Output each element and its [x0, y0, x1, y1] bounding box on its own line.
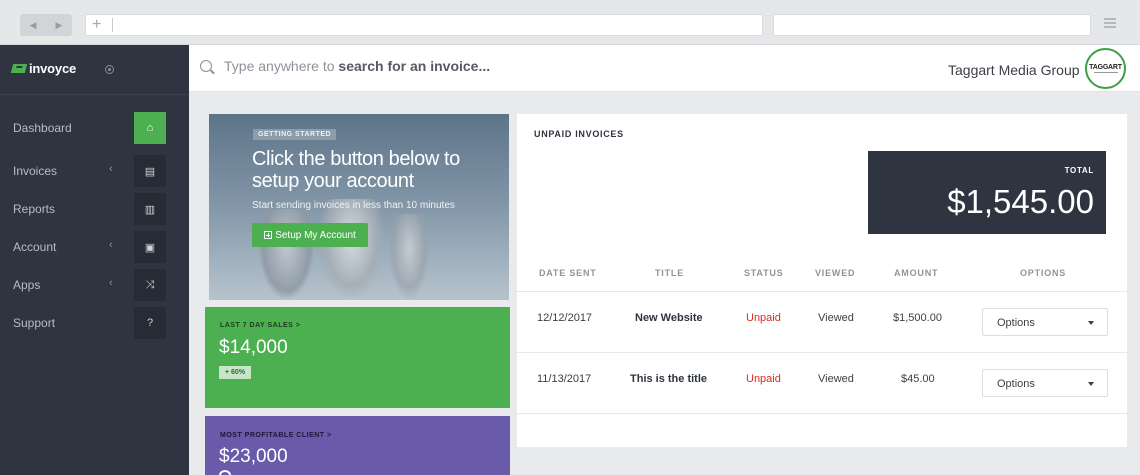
invoice-status: Unpaid [746, 373, 781, 385]
setup-account-label: Setup My Account [275, 229, 356, 241]
getting-started-card: GETTING STARTED Click the button below t… [209, 114, 509, 300]
invoice-title[interactable]: New Website [635, 312, 703, 324]
row-divider [517, 352, 1127, 353]
invoice-date: 12/12/2017 [537, 312, 593, 324]
document-icon[interactable]: ▤ [134, 155, 166, 187]
sidebar-item-label: Dashboard [13, 121, 72, 135]
sidebar-item-account[interactable]: Account ‹ ▣ [0, 231, 189, 263]
search-placeholder-prefix: Type anywhere to [224, 58, 339, 74]
column-header-status[interactable]: STATUS [744, 268, 783, 278]
setup-account-button[interactable]: Setup My Account [252, 223, 368, 247]
sidebar-item-support[interactable]: Support? [0, 307, 189, 339]
column-header-title[interactable]: TITLE [655, 268, 684, 278]
browser-chrome: ◀ ▶ + [0, 0, 1140, 45]
invoice-viewed: Viewed [818, 373, 854, 385]
options-label: Options [997, 317, 1035, 329]
back-icon[interactable]: ◀ [20, 14, 46, 36]
profit-avatar-partial [219, 470, 231, 475]
hero-subtext: Start sending invoices in less than 10 m… [252, 200, 455, 211]
getting-started-badge: GETTING STARTED [253, 129, 337, 140]
app-logo[interactable]: invoyce [10, 61, 77, 76]
address-bar[interactable]: + [85, 14, 763, 36]
total-value: $1,545.00 [947, 183, 1094, 220]
invoice-date: 11/13/2017 [537, 373, 592, 385]
total-label: TOTAL [1064, 166, 1094, 175]
question-icon[interactable]: ? [134, 307, 166, 339]
chevron-left-icon[interactable]: ‹ [109, 239, 113, 251]
unpaid-invoices-title: UNPAID INVOICES [534, 129, 624, 139]
browser-menu-icon[interactable] [1104, 18, 1116, 30]
chevron-left-icon[interactable]: ‹ [109, 277, 113, 289]
new-tab-icon[interactable]: + [92, 16, 101, 34]
invoice-amount: $1,500.00 [893, 312, 942, 324]
sidebar-item-reports[interactable]: Reports ▥ [0, 193, 189, 225]
chevron-left-icon[interactable]: ‹ [109, 163, 113, 175]
caret-down-icon [1088, 382, 1094, 386]
avatar-text: TAGGART [1089, 64, 1122, 71]
caret-down-icon [1088, 321, 1094, 325]
forward-icon[interactable]: ▶ [46, 14, 72, 36]
profit-card-label[interactable]: MOST PROFITABLE CLIENT > [220, 432, 332, 439]
column-header-options: OPTIONS [1020, 268, 1067, 278]
avatar[interactable]: TAGGART [1085, 48, 1126, 89]
search-placeholder-emphasis: search for an invoice... [338, 58, 491, 74]
sidebar: invoyce Dashboard ⌂ Invoices ‹ ▤ Reports ▥ Acco… [0, 45, 189, 475]
avatar-rule [1093, 72, 1118, 73]
browser-nav-buttons: ◀ ▶ [20, 14, 72, 36]
address-cursor [112, 18, 113, 32]
profit-card[interactable]: MOST PROFITABLE CLIENT > $23,000 [205, 416, 510, 475]
secondary-bar[interactable] [773, 14, 1091, 36]
invoice-amount: $45.00 [901, 373, 935, 385]
sidebar-item-dashboard[interactable]: Dashboard ⌂ [0, 112, 189, 144]
sidebar-item-label: Account [13, 240, 57, 254]
unpaid-invoices-panel: UNPAID INVOICES TOTAL $1,545.00 DATE SEN… [517, 114, 1127, 447]
sidebar-item-label: Support [13, 316, 56, 330]
profit-amount: $23,000 [219, 446, 288, 467]
search-icon[interactable] [200, 60, 212, 72]
hero-headline: Click the button below to setup your acc… [252, 148, 460, 192]
company-name[interactable]: Taggart Media Group [948, 62, 1080, 78]
card-icon[interactable]: ▣ [134, 231, 166, 263]
sales-card[interactable]: LAST 7 DAY SALES > $14,000 + 60% [205, 307, 510, 408]
sidebar-item-invoices[interactable]: Invoices ‹ ▤ [0, 155, 189, 187]
sidebar-item-label: Invoices [13, 164, 58, 178]
target-icon[interactable] [105, 65, 114, 74]
row-divider [517, 413, 1127, 414]
chart-icon[interactable]: ▥ [134, 193, 166, 225]
hero-figure [389, 214, 429, 299]
plus-square-icon [264, 231, 273, 239]
top-bar: Type anywhere to search for an invoice..… [189, 45, 1140, 92]
row-divider [517, 291, 1127, 292]
total-box: TOTAL $1,545.00 [868, 151, 1106, 234]
shuffle-icon[interactable]: ⤨ [134, 269, 166, 301]
invoice-title[interactable]: This is the title [630, 373, 707, 385]
logo-mark-icon [10, 64, 28, 73]
sidebar-item-label: Apps [13, 278, 41, 292]
invoice-status: Unpaid [746, 312, 781, 324]
sidebar-item-apps[interactable]: Apps ‹ ⤨ [0, 269, 189, 301]
sidebar-divider [0, 94, 189, 95]
home-icon[interactable]: ⌂ [134, 112, 166, 144]
column-header-date[interactable]: DATE SENT [539, 268, 597, 278]
sales-sparkline [205, 307, 510, 408]
column-header-amount[interactable]: AMOUNT [894, 268, 938, 278]
column-header-viewed[interactable]: VIEWED [815, 268, 855, 278]
logo-text: invoyce [29, 61, 77, 76]
hero-figure [319, 199, 384, 299]
search-input[interactable]: Type anywhere to search for an invoice..… [224, 58, 490, 74]
invoice-viewed: Viewed [818, 312, 854, 324]
sidebar-item-label: Reports [13, 202, 56, 216]
invoice-options-dropdown[interactable]: Options [982, 308, 1108, 336]
options-label: Options [997, 378, 1035, 390]
invoice-options-dropdown[interactable]: Options [982, 369, 1108, 397]
